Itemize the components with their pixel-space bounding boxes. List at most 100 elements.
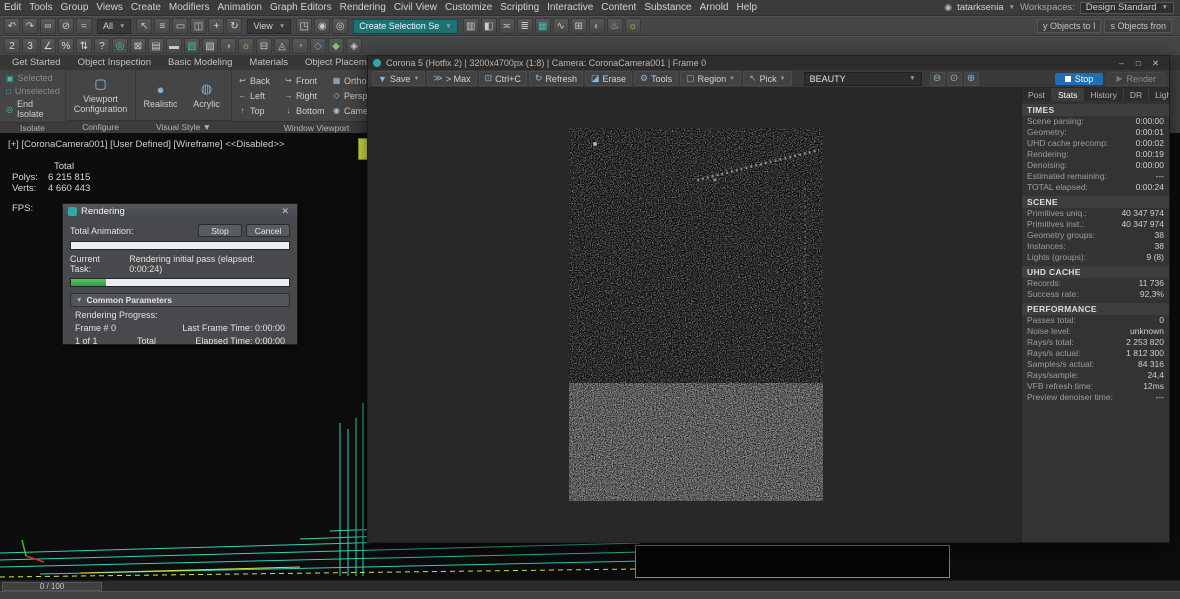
viewport-header-label[interactable]: [+] [CoronaCamera001] [User Defined] [Wi… xyxy=(8,139,284,150)
save-button[interactable]: ▼ Save ▼ xyxy=(372,71,425,86)
selection-lock-icon[interactable]: ⊠ xyxy=(130,38,146,54)
toolbar-overflow-button[interactable]: y Objects to I xyxy=(1037,19,1102,33)
ribbon-group-caption[interactable]: Configure xyxy=(66,120,135,133)
menu-item[interactable]: Civil View xyxy=(390,0,441,15)
ribbon-viewport-button[interactable]: ← Left xyxy=(238,91,284,101)
menu-item[interactable]: Group xyxy=(57,0,93,15)
viewport-configuration-button[interactable]: ▢ Viewport Configuration xyxy=(72,73,129,117)
refresh-button[interactable]: ↻ Refresh ▼ xyxy=(529,71,583,86)
ribbon-group-caption[interactable]: Visual Style ▼ xyxy=(136,120,231,133)
menu-item[interactable]: Tools xyxy=(25,0,56,15)
schematic-view-icon[interactable]: ⊞ xyxy=(571,18,587,34)
stop-render-button[interactable]: Stop xyxy=(1055,73,1104,85)
ribbon-viewport-button[interactable]: ↩ Back xyxy=(238,76,284,86)
unlink-selection-icon[interactable]: ⊘ xyxy=(58,18,74,34)
tools-button[interactable]: ⚙ Tools ▼ xyxy=(634,71,678,86)
menu-item[interactable]: Substance xyxy=(640,0,695,15)
material-explorer-icon[interactable]: ◑ xyxy=(220,38,236,54)
select-and-move-icon[interactable]: + xyxy=(208,18,224,34)
region-button[interactable]: ▢ Region ▼ xyxy=(680,71,741,86)
undo-icon[interactable]: ↶ xyxy=(4,18,20,34)
render-production-icon[interactable]: ☼ xyxy=(625,18,641,34)
select-and-scale-icon[interactable]: ◳ xyxy=(296,18,312,34)
erase-button[interactable]: ◪ Erase ▼ xyxy=(585,71,632,86)
vfb-panel-tab[interactable]: LightMix xyxy=(1149,88,1169,101)
ribbon-isolate-item[interactable]: ◎ End Isolate xyxy=(6,99,60,119)
vfb-title-bar[interactable]: Corona 5 (Hotfix 2) | 3200x4700px (1:8) … xyxy=(368,56,1169,70)
ribbon-tab[interactable]: Get Started ▼ xyxy=(4,56,69,70)
minimize-button[interactable]: – xyxy=(1113,58,1130,69)
spinner-snap-icon[interactable]: ⇅ xyxy=(76,38,92,54)
layer-manager-icon[interactable]: ≣ xyxy=(517,18,533,34)
workspace-dropdown[interactable]: Design Standard ▼ xyxy=(1080,2,1174,14)
zoom-out-button[interactable]: ⊖ xyxy=(930,72,945,86)
menu-item[interactable]: Modifiers xyxy=(165,0,214,15)
ribbon-viewport-button[interactable]: ↑ Top xyxy=(238,106,284,116)
percent-snap-icon[interactable]: % xyxy=(58,38,74,54)
named-selection-set-dropdown[interactable]: Create Selection Se▼ xyxy=(353,19,457,34)
ribbon-viewport-button[interactable]: ↪ Front xyxy=(284,76,332,86)
ribbon-viewport-button[interactable]: → Right xyxy=(284,91,332,101)
ribbon-isolate-item[interactable]: □ Unselected xyxy=(6,86,60,96)
window-crossing-icon[interactable]: ◫ xyxy=(190,18,206,34)
graphite-ribbon-toggle-icon[interactable]: ▬ xyxy=(166,38,182,54)
populate-icon[interactable]: ◔ xyxy=(292,38,308,54)
menu-item[interactable]: Edit xyxy=(0,0,25,15)
menu-item[interactable]: Arnold xyxy=(696,0,733,15)
civil-view-icon[interactable]: ◆ xyxy=(328,38,344,54)
arnold-menu-icon[interactable]: ◇ xyxy=(310,38,326,54)
menu-item[interactable]: Graph Editors xyxy=(266,0,336,15)
ribbon-tab[interactable]: Basic Modeling ▼ xyxy=(160,56,240,70)
menu-item[interactable]: Create xyxy=(127,0,165,15)
close-button[interactable]: ✕ xyxy=(1147,58,1164,69)
vfb-panel-tab[interactable]: History xyxy=(1084,88,1123,101)
menu-item[interactable]: Interactive xyxy=(543,0,597,15)
menu-item[interactable]: Content xyxy=(597,0,640,15)
frame-range-indicator[interactable]: 0 / 100 xyxy=(2,582,102,591)
display-floater-icon[interactable]: ▧ xyxy=(184,38,200,54)
bind-to-spacewarp-icon[interactable]: ≈ xyxy=(76,18,92,34)
common-parameters-rollout[interactable]: ▼ Common Parameters xyxy=(70,293,290,307)
menu-item[interactable]: Help xyxy=(732,0,761,15)
user-account-name[interactable]: tatarksenia xyxy=(957,2,1003,13)
reference-coordinate-dropdown[interactable]: View▼ xyxy=(247,19,291,34)
stop-button[interactable]: Stop xyxy=(198,224,242,237)
visual-style-button[interactable]: ◍ Acrylic xyxy=(187,81,227,109)
vfb-panel-tab[interactable]: Stats xyxy=(1052,88,1084,101)
dialog-title-bar[interactable]: Rendering ✕ xyxy=(63,204,297,219)
mass-fx-icon[interactable]: ◬ xyxy=(274,38,290,54)
vfb-canvas[interactable] xyxy=(368,88,1021,542)
material-editor-icon[interactable]: ◐ xyxy=(589,18,605,34)
zoom-in-button[interactable]: ⊕ xyxy=(964,72,979,86)
light-lister-icon[interactable]: ☼ xyxy=(238,38,254,54)
snap-3d-icon[interactable]: 3 xyxy=(22,38,38,54)
scene-explorer-icon[interactable]: ▦ xyxy=(535,18,551,34)
curve-editor-icon[interactable]: ∿ xyxy=(553,18,569,34)
angle-snap-icon[interactable]: ∠ xyxy=(40,38,56,54)
manage-layers-icon[interactable]: ▤ xyxy=(148,38,164,54)
visual-style-button[interactable]: ● Realistic xyxy=(141,82,181,109)
copy-button[interactable]: ⊡ Ctrl+C ▼ xyxy=(479,71,527,86)
state-sets-icon[interactable]: ⊟ xyxy=(256,38,272,54)
edit-named-selections-icon[interactable]: ▥ xyxy=(463,18,479,34)
render-button[interactable]: ▶ Render xyxy=(1107,72,1165,86)
toolbar-overflow-button[interactable]: s Objects fron xyxy=(1104,19,1172,33)
viewport-canvas-icon[interactable]: ▨ xyxy=(202,38,218,54)
active-viewport-border[interactable] xyxy=(635,545,950,578)
snap-2d-icon[interactable]: 2 xyxy=(4,38,20,54)
menu-item[interactable]: Animation xyxy=(213,0,265,15)
zoom-fit-button[interactable]: ⊙ xyxy=(947,72,962,86)
send-to-max-button[interactable]: ≫ > Max ▼ xyxy=(427,71,476,86)
select-by-name-icon[interactable]: ≡ xyxy=(154,18,170,34)
menu-item[interactable]: Rendering xyxy=(336,0,390,15)
substance-icon[interactable]: ◈ xyxy=(346,38,362,54)
menu-item[interactable]: Customize xyxy=(441,0,496,15)
menu-item[interactable]: Views xyxy=(92,0,127,15)
ribbon-tab[interactable]: Materials ▼ xyxy=(241,56,296,70)
pick-button[interactable]: ↖ Pick ▼ xyxy=(743,71,792,86)
mirror-icon[interactable]: ◧ xyxy=(481,18,497,34)
menu-item[interactable]: Scripting xyxy=(496,0,543,15)
select-and-manipulate-icon[interactable]: ◎ xyxy=(332,18,348,34)
render-element-dropdown[interactable]: BEAUTY ▼ xyxy=(804,72,922,86)
use-pivot-center-icon[interactable]: ◉ xyxy=(314,18,330,34)
